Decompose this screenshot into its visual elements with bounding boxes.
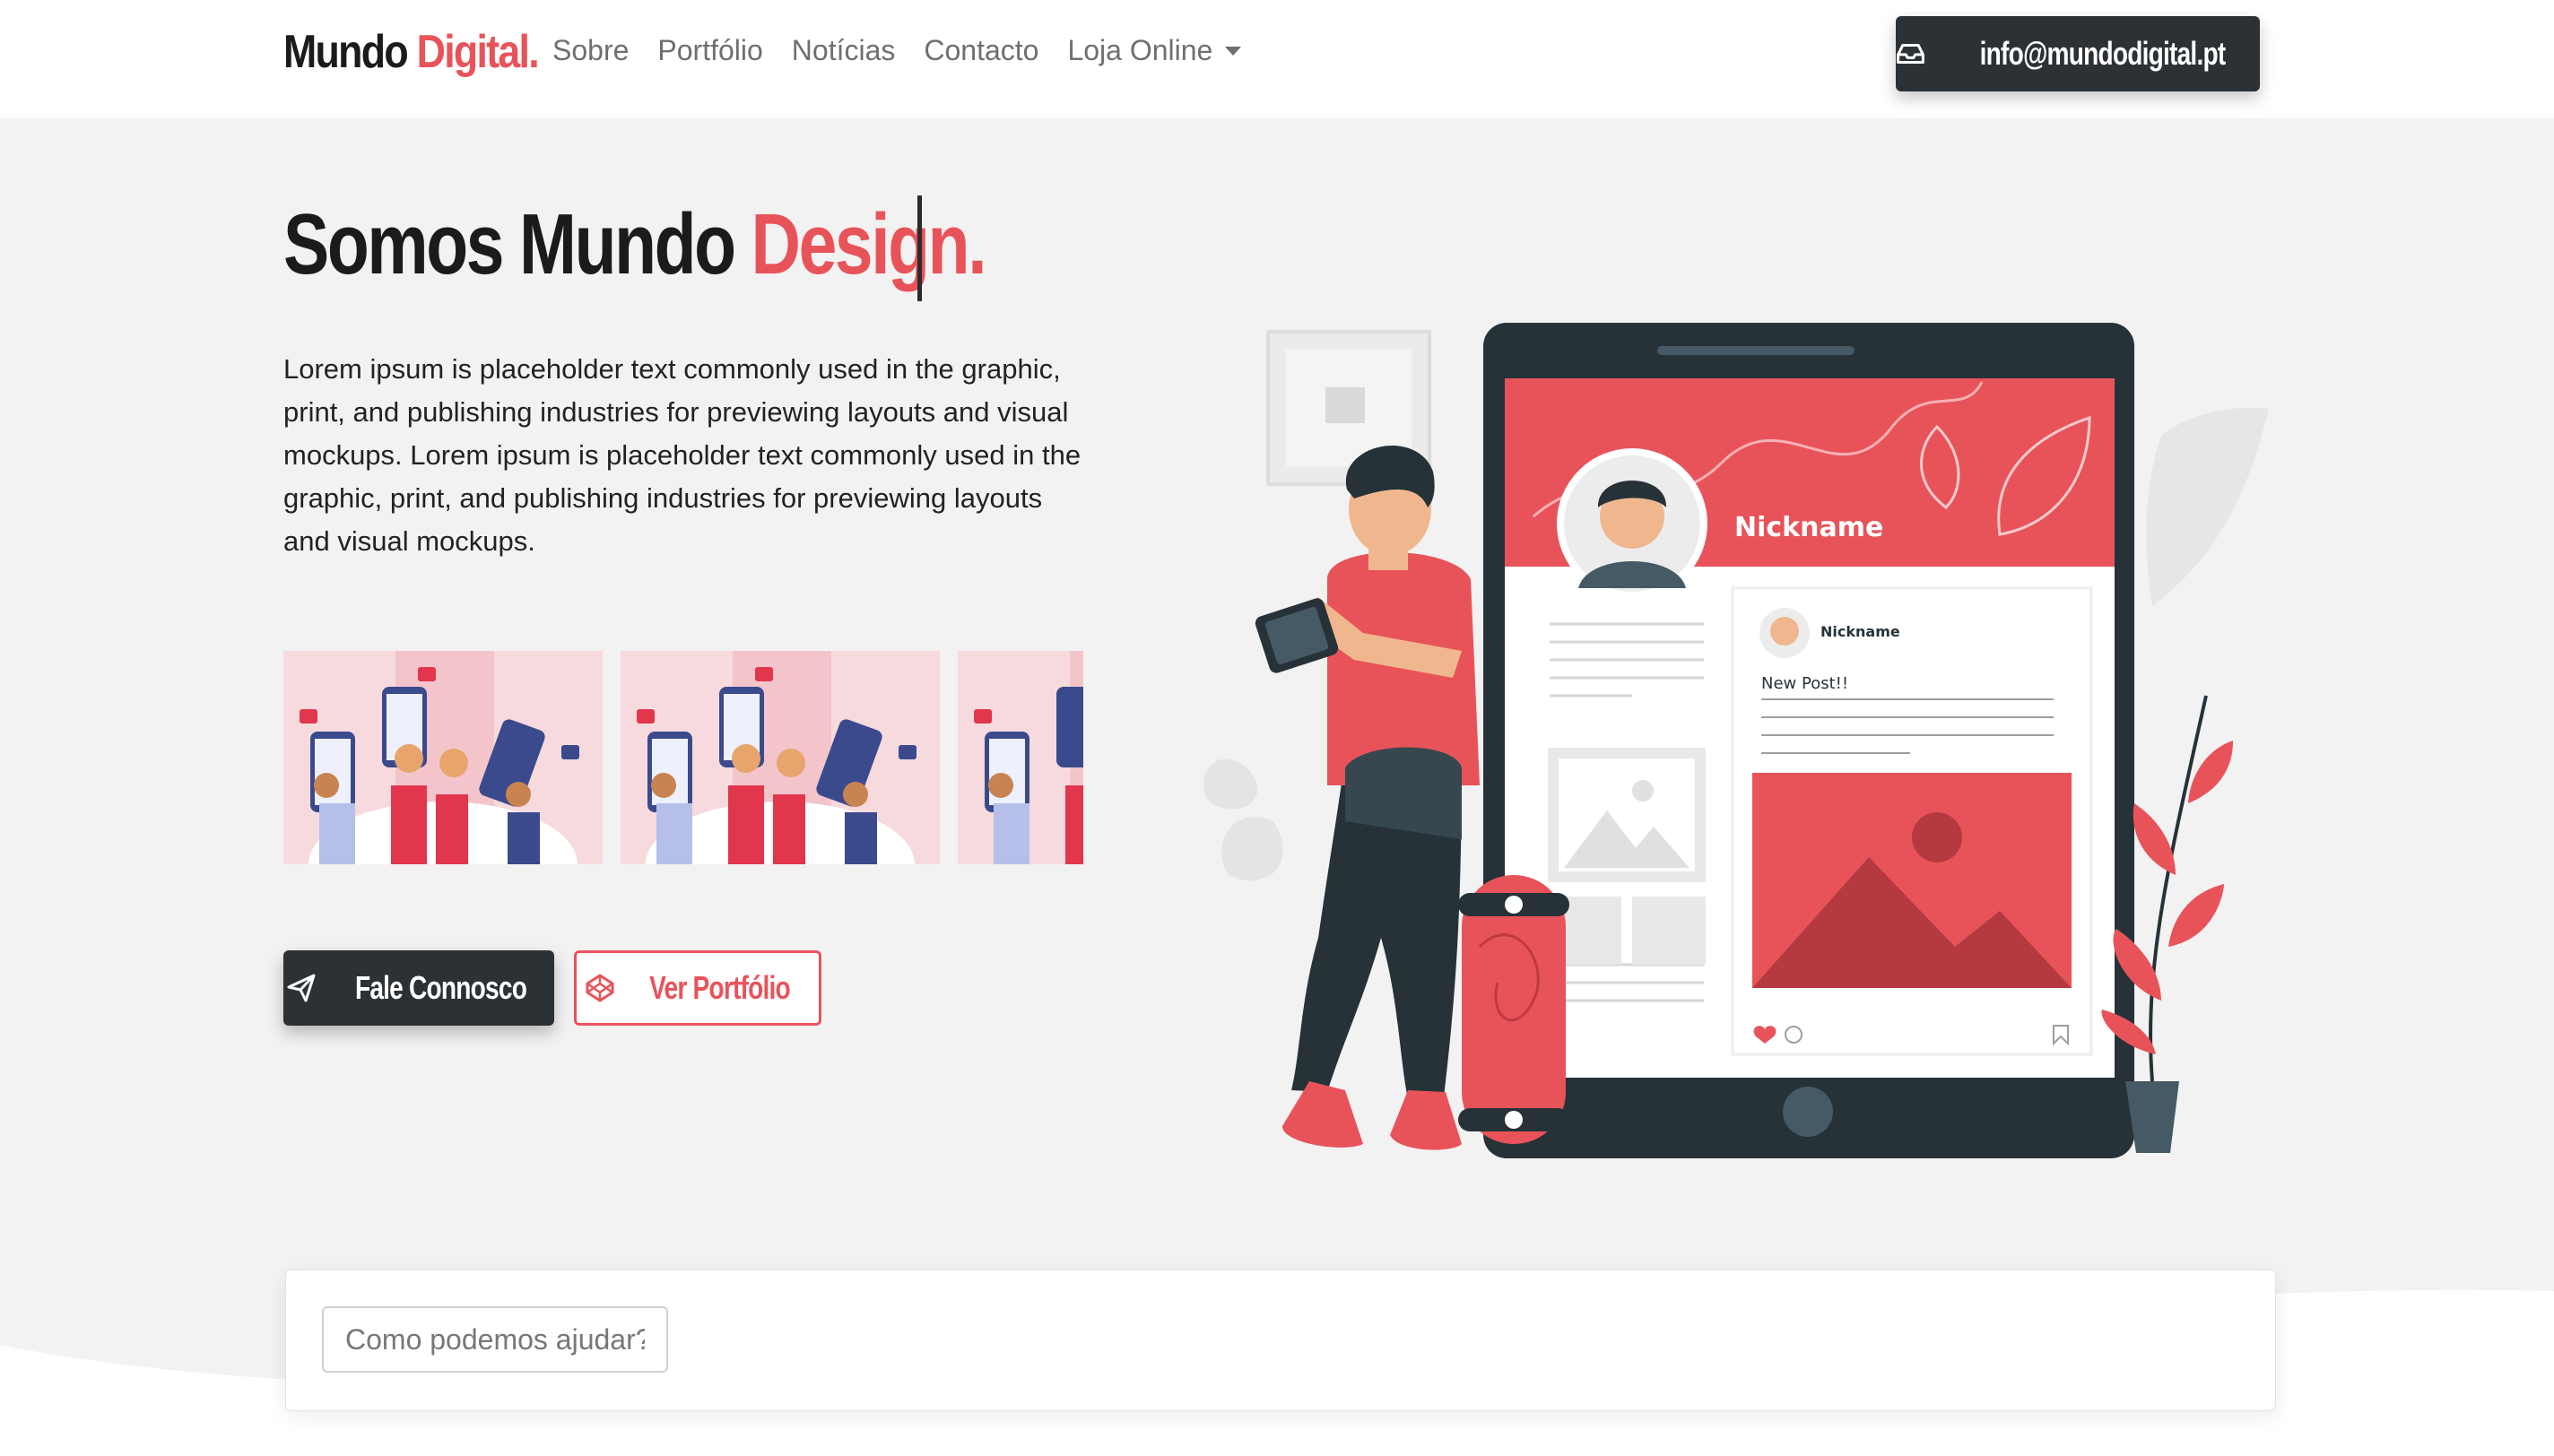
hero-title-accent: Design. — [751, 196, 987, 292]
nav-item-loja-online[interactable]: Loja Online — [1067, 34, 1242, 67]
contact-us-button[interactable]: Fale Connosco — [283, 950, 554, 1026]
search-card — [285, 1270, 2276, 1411]
hero-title: Somos Mundo Design. — [283, 195, 987, 294]
contact-us-label: Fale Connosco — [355, 969, 527, 1006]
nav-item-sobre[interactable]: Sobre — [552, 34, 629, 67]
carousel-image-3[interactable] — [958, 651, 1083, 864]
paper-plane-icon — [287, 974, 316, 1002]
social-hands-illustration — [621, 651, 940, 864]
social-hands-illustration — [958, 651, 1083, 864]
nav-item-noticias[interactable]: Notícias — [792, 34, 896, 67]
navbar: Mundo Digital. Sobre Portfólio Notícias … — [0, 0, 2554, 118]
email-button[interactable]: info@mundodigital.pt — [1896, 16, 2260, 91]
help-search-input[interactable] — [322, 1306, 668, 1373]
chevron-down-icon — [1225, 46, 1242, 56]
post-author: Nickname — [1820, 623, 1900, 640]
hero-title-prefix: Somos Mundo — [283, 196, 736, 292]
codepen-icon — [586, 974, 614, 1002]
nav-item-contacto[interactable]: Contacto — [924, 34, 1038, 67]
image-carousel[interactable] — [283, 651, 1083, 864]
brand-accent: Digital. — [416, 26, 540, 78]
social-hands-illustration — [283, 651, 603, 864]
nav-item-loja-online-label: Loja Online — [1067, 34, 1213, 66]
inbox-icon — [1897, 43, 1924, 65]
post-text: New Post!! — [1761, 674, 1848, 693]
main-nav: Sobre Portfólio Notícias Contacto Loja O… — [552, 34, 1242, 67]
profile-nickname: Nickname — [1734, 512, 1883, 543]
hero-description: Lorem ipsum is placeholder text commonly… — [283, 353, 1082, 557]
brand-name: Mundo — [283, 26, 409, 78]
email-label: info@mundodigital.pt — [1979, 35, 2227, 72]
nav-item-portfolio[interactable]: Portfólio — [657, 34, 762, 67]
carousel-image-2[interactable] — [621, 651, 940, 864]
view-portfolio-label: Ver Portfólio — [649, 969, 792, 1006]
carousel-image-1[interactable] — [283, 651, 603, 864]
typing-cursor — [917, 195, 922, 301]
view-portfolio-button[interactable]: Ver Portfólio — [574, 950, 821, 1026]
hero-illustration: Nickname Nickname New Post!! — [1203, 323, 2269, 1158]
brand-logo[interactable]: Mundo Digital. — [283, 25, 540, 79]
